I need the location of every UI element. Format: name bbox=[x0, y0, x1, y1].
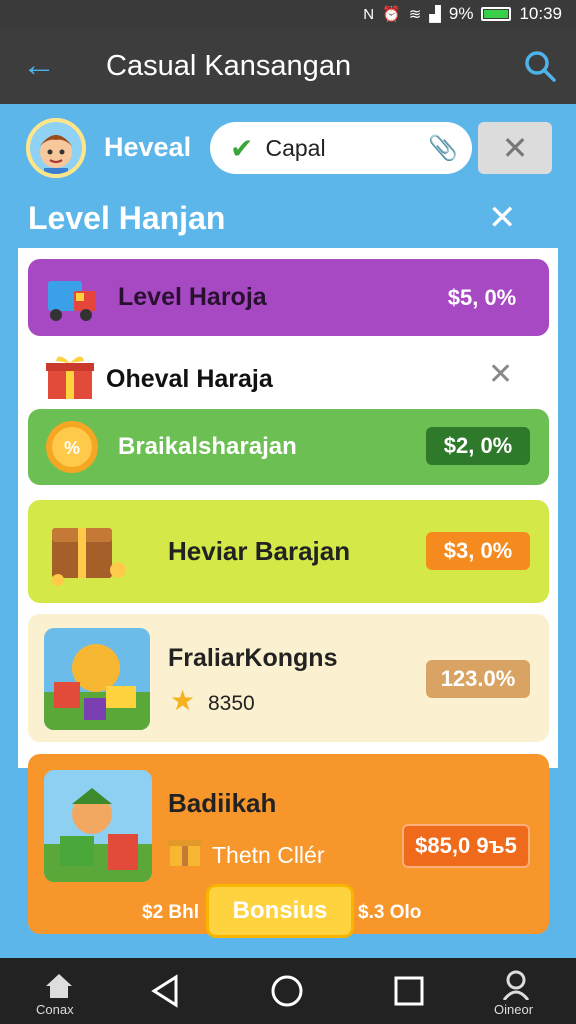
signal-icon: ▟ bbox=[429, 6, 441, 23]
battery-percent: 9% bbox=[448, 4, 474, 23]
back-triangle-icon[interactable] bbox=[150, 974, 180, 1008]
toy-truck-icon bbox=[48, 281, 96, 321]
section-title: Level Hanjan bbox=[28, 200, 226, 236]
gift-box-icon bbox=[46, 356, 94, 399]
status-time: 10:39 bbox=[519, 4, 562, 23]
item-label: Braikalsharajan bbox=[118, 433, 297, 460]
item-price: $5, 0% bbox=[447, 285, 517, 310]
profile-name: Heveal bbox=[104, 132, 192, 162]
item-price: $85,0 9ъ5 bbox=[402, 824, 530, 868]
item-price: $2, 0% bbox=[426, 427, 530, 465]
item-label: Oheval Haraja bbox=[106, 365, 273, 393]
item-label: Heviar Barajan bbox=[168, 536, 351, 566]
recents-square-icon[interactable] bbox=[394, 976, 424, 1006]
home-circle-icon[interactable] bbox=[270, 974, 304, 1008]
search-input[interactable]: ✔ Capal 📎 bbox=[210, 122, 472, 174]
app-bar: ← Casual Kansangan bbox=[0, 28, 576, 104]
list-item[interactable]: Heviar Barajan $3, 0% bbox=[28, 500, 549, 603]
wifi-icon: ≋ bbox=[408, 6, 422, 23]
close-icon: ✕ bbox=[501, 130, 529, 166]
nav-home-label: Conax bbox=[36, 1002, 74, 1017]
navigation-bar: Conax Oineor bbox=[0, 958, 576, 1024]
app-title: Casual Kansangan bbox=[106, 50, 352, 82]
item-subvalue: 8350 bbox=[208, 692, 255, 715]
list-item[interactable]: Level Haroja $5, 0% bbox=[28, 259, 549, 336]
close-icon[interactable]: ✕ bbox=[488, 198, 517, 238]
clear-button[interactable]: ✕ bbox=[478, 122, 552, 174]
bottom-right-value: $.3 Olo bbox=[358, 902, 422, 923]
item-label: FraliarKongns bbox=[168, 644, 338, 672]
search-value: Capal bbox=[265, 134, 326, 161]
back-arrow-icon[interactable]: ← bbox=[22, 48, 56, 82]
nav-account-label: Oineor bbox=[494, 1002, 534, 1017]
treasure-chest-icon bbox=[52, 528, 126, 586]
check-icon: ✔ bbox=[230, 132, 254, 164]
battery-icon bbox=[481, 7, 512, 21]
coin-icon: % bbox=[46, 421, 98, 473]
bottom-left-value: $2 Bhl bbox=[142, 902, 200, 923]
paperclip-icon[interactable]: 📎 bbox=[428, 134, 458, 163]
list-item[interactable]: % Braikalsharajan $2, 0% bbox=[28, 409, 549, 485]
item-label: Level Haroja bbox=[118, 283, 267, 311]
item-thumbnail bbox=[44, 770, 152, 882]
nfc-icon: N bbox=[363, 5, 375, 23]
gift-box-icon bbox=[168, 840, 202, 866]
close-icon[interactable]: ✕ bbox=[488, 357, 513, 392]
svg-text:%: % bbox=[64, 438, 80, 458]
avatar[interactable] bbox=[26, 118, 86, 178]
account-icon[interactable] bbox=[502, 970, 530, 1000]
item-subvalue: Thetn Cllér bbox=[212, 842, 325, 868]
alarm-icon: ⏰ bbox=[382, 6, 401, 23]
home-icon[interactable] bbox=[44, 972, 74, 1000]
item-thumbnail bbox=[44, 628, 150, 730]
list-item[interactable]: Oheval Haraja ✕ bbox=[28, 345, 549, 407]
list-item[interactable]: FraliarKongns ★ 8350 123.0% bbox=[28, 614, 549, 742]
star-icon: ★ bbox=[170, 685, 196, 716]
bonus-button[interactable]: Bonsius bbox=[206, 884, 354, 938]
search-icon[interactable] bbox=[524, 50, 556, 82]
item-label: Badiikah bbox=[168, 788, 277, 818]
item-price: 123.0% bbox=[426, 660, 530, 698]
status-bar: N ⏰ ≋ ▟ 9% 10:39 bbox=[0, 0, 576, 28]
item-price: $3, 0% bbox=[426, 532, 530, 570]
